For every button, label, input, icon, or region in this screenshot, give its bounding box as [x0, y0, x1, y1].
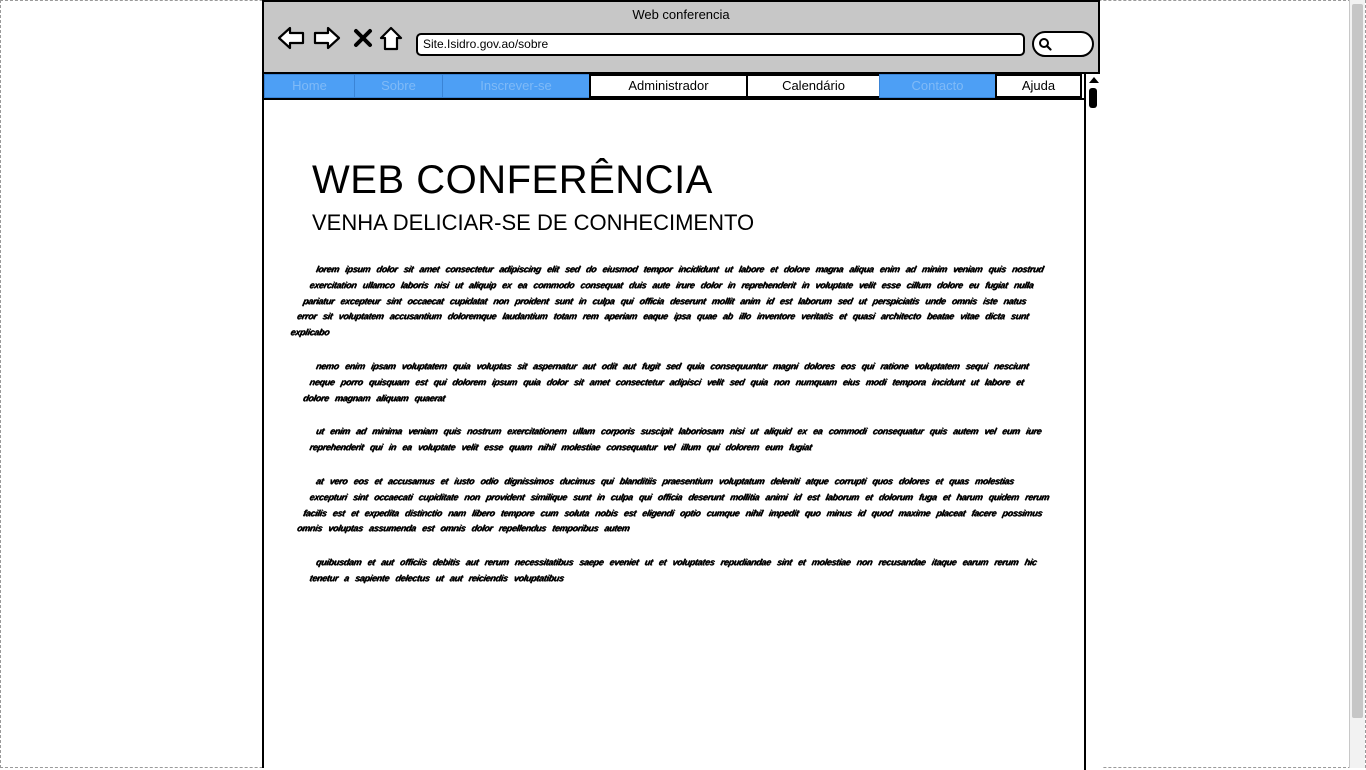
tab-home[interactable]: Home — [264, 74, 354, 98]
paragraph: ut enim ad minima veniam quis nostrum ex… — [307, 426, 1044, 453]
search-icon — [1039, 38, 1052, 51]
page-scroll-thumb[interactable] — [1352, 4, 1363, 718]
back-button[interactable] — [276, 24, 306, 52]
paragraph: quibusdam et aut officiis debitis aut re… — [307, 557, 1039, 583]
arrow-left-icon — [277, 26, 305, 50]
paragraph: lorem ipsum dolor sit amet consectetur a… — [288, 264, 1046, 338]
paragraph: at vero eos et accusamus et iusto odio d… — [295, 475, 1052, 534]
tab-administrador[interactable]: Administrador — [589, 74, 746, 98]
page-scrollbar[interactable] — [1349, 0, 1365, 768]
tab-calendario[interactable]: Calendário — [746, 74, 879, 98]
window-title: Web conferencia — [632, 7, 730, 22]
arrow-right-icon — [313, 26, 341, 50]
forward-button[interactable] — [312, 24, 342, 52]
tab-sobre[interactable]: Sobre — [354, 74, 442, 98]
tab-inscrever-se[interactable]: Inscrever-se — [442, 74, 589, 98]
page-title: WEB CONFERÊNCIA — [312, 158, 713, 202]
page-subtitle: VENHA DELICIAR-SE DE CONHECIMENTO — [312, 210, 755, 235]
stop-button[interactable] — [348, 24, 378, 52]
address-bar[interactable]: Site.Isidro.gov.ao/sobre — [416, 33, 1025, 56]
home-icon — [379, 26, 403, 51]
scroll-up-arrow-icon[interactable] — [1089, 77, 1099, 83]
home-button[interactable] — [376, 24, 406, 52]
nav-tabs: Home Sobre Inscrever-se Administrador Ca… — [264, 74, 1084, 100]
tab-ajuda[interactable]: Ajuda — [995, 74, 1082, 98]
content-scroll-thumb[interactable] — [1089, 88, 1097, 108]
browser-window: Web conferencia Site.Isidro.gov.ao/sobre — [262, 0, 1102, 770]
close-x-icon — [354, 29, 372, 47]
tab-contacto[interactable]: Contacto — [879, 74, 995, 98]
content-scrollbar[interactable] — [1084, 74, 1102, 770]
main-content: WEB CONFERÊNCIA VENHA DELICIAR-SE DE CON… — [289, 152, 1067, 605]
browser-toolbar: Web conferencia Site.Isidro.gov.ao/sobre — [264, 2, 1098, 74]
search-field[interactable] — [1032, 31, 1094, 57]
paragraph: nemo enim ipsam voluptatem quia voluptas… — [301, 360, 1031, 403]
body-text: lorem ipsum dolor sit amet consectetur a… — [289, 262, 1067, 587]
